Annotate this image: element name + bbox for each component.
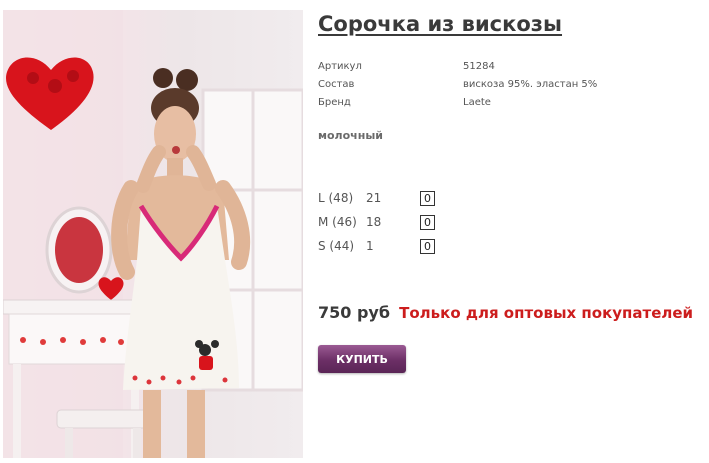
- price: 750 руб: [318, 303, 391, 322]
- wholesale-note: Только для оптовых покупателей: [399, 304, 694, 322]
- spec-value: вискоза 95%. эластан 5%: [463, 79, 598, 90]
- size-stock: 1: [366, 239, 374, 253]
- spec-label: Бренд: [318, 97, 351, 108]
- size-label: L (48): [318, 191, 354, 205]
- buy-button[interactable]: КУПИТЬ: [318, 345, 406, 373]
- spec-row-composition: Состав вискоза 95%. эластан 5%: [318, 76, 597, 94]
- spec-label: Артикул: [318, 61, 362, 72]
- size-label: M (46): [318, 215, 357, 229]
- size-row: M (46) 18: [318, 210, 435, 234]
- product-photo-illustration: [3, 10, 303, 458]
- product-title: Сорочка из вискозы: [318, 12, 563, 36]
- size-row: S (44) 1: [318, 234, 435, 258]
- size-list: L (48) 21 M (46) 18 S (44) 1: [318, 186, 435, 258]
- size-label: S (44): [318, 239, 355, 253]
- spec-value: 51284: [463, 61, 495, 72]
- product-color: молочный: [318, 129, 383, 142]
- quantity-input[interactable]: [420, 238, 435, 254]
- quantity-input[interactable]: [420, 190, 435, 206]
- spec-row-brand: Бренд Laete: [318, 94, 597, 112]
- size-stock: 21: [366, 191, 382, 205]
- spec-row-article: Артикул 51284: [318, 58, 597, 76]
- price-line: 750 руб Только для оптовых покупателей: [318, 303, 693, 322]
- quantity-input[interactable]: [420, 214, 435, 230]
- size-stock: 18: [366, 215, 382, 229]
- product-photo: [3, 10, 303, 458]
- product-specs: Артикул 51284 Состав вискоза 95%. эласта…: [318, 58, 597, 112]
- spec-label: Состав: [318, 79, 355, 90]
- spec-value: Laete: [463, 97, 491, 108]
- size-row: L (48) 21: [318, 186, 435, 210]
